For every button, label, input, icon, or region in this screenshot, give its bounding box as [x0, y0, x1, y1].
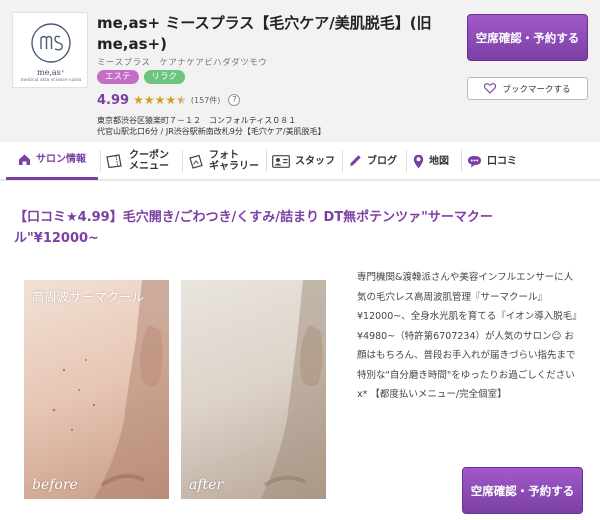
- reserve-button-top[interactable]: 空席確認・予約する: [467, 14, 588, 61]
- star-icon: ★: [154, 93, 166, 107]
- photo-caption: 高周波サーマクール: [32, 290, 145, 304]
- tab-blog[interactable]: ブログ: [348, 142, 408, 180]
- salon-access: 代官山駅北口6分 / JR渋谷駅新南改札9分【毛穴ケア/美肌脱毛】: [97, 127, 326, 136]
- logo-text: me,as⁺: [37, 68, 65, 77]
- star-icon: ★: [165, 93, 177, 107]
- heart-icon: [484, 83, 497, 94]
- tab-photo-gallery[interactable]: フォト ギャラリー: [188, 142, 270, 180]
- tab-coupon-menu[interactable]: クーポン メニュー: [106, 142, 188, 180]
- nav-divider: [461, 150, 462, 172]
- salon-title[interactable]: me,as+ ミースプラス【毛穴ケア/美肌脱毛】(旧me,as+): [97, 13, 442, 55]
- category-tags: エステ リラク: [97, 70, 186, 84]
- rating-stars: ★★★★★: [133, 92, 187, 108]
- salon-header: me,as⁺ medical skin science salon me,as+…: [0, 0, 600, 142]
- tab-label: フォト ギャラリー: [209, 150, 259, 172]
- photo-icon: [189, 154, 203, 169]
- help-icon[interactable]: ?: [228, 94, 241, 106]
- bookmark-button[interactable]: ブックマークする: [467, 77, 588, 100]
- nav-divider: [266, 150, 267, 172]
- house-icon: [19, 154, 30, 165]
- face-before-image: [52, 280, 169, 499]
- before-label: before: [32, 477, 78, 493]
- chat-icon: [468, 155, 481, 167]
- tab-label: サロン情報: [36, 154, 86, 165]
- reserve-button-bottom[interactable]: 空席確認・予約する: [462, 467, 583, 514]
- salon-kana: ミースプラス ケアナケアビハダダツモウ: [97, 58, 268, 68]
- logo-subtext: medical skin science salon: [20, 78, 82, 83]
- after-photo[interactable]: after: [181, 280, 326, 499]
- tab-label: ブログ: [367, 155, 397, 167]
- salon-logo[interactable]: me,as⁺ medical skin science salon: [12, 12, 88, 88]
- tab-label: クーポン メニュー: [129, 150, 169, 172]
- catch-headline: 【口コミ★4.99】毛穴開き/ごわつき/くすみ/詰まり DT無ポテンツァ"サーマ…: [14, 210, 493, 246]
- ticket-icon: [106, 154, 122, 168]
- tab-label: 地図: [429, 155, 449, 167]
- tab-staff[interactable]: スタッフ: [272, 142, 342, 180]
- salon-address: 東京都渋谷区猿楽町７－１２ コンフォルティス０８１: [97, 116, 297, 125]
- nav-divider: [406, 150, 407, 172]
- bookmark-label: ブックマークする: [502, 84, 571, 95]
- staff-icon: [272, 154, 290, 168]
- tab-reviews[interactable]: 口コミ: [467, 142, 527, 180]
- star-icon: ★: [143, 93, 155, 107]
- tab-label: スタッフ: [295, 155, 335, 167]
- tag-relax[interactable]: リラク: [143, 70, 186, 84]
- salon-nav: サロン情報 クーポン メニュー フォト ギャラリー スタッフ ブログ 地図 口コ…: [0, 142, 600, 181]
- star-icon: ★: [133, 93, 144, 107]
- map-pin-icon: [413, 154, 424, 168]
- tab-map[interactable]: 地図: [413, 142, 461, 180]
- pencil-icon: [350, 155, 361, 166]
- nav-divider: [100, 150, 101, 172]
- before-photo[interactable]: 高周波サーマクール before: [24, 280, 169, 499]
- face-after-image: [261, 280, 326, 499]
- tag-esthe[interactable]: エステ: [97, 70, 139, 84]
- tab-label: 口コミ: [487, 155, 517, 167]
- star-half-icon: ★: [176, 93, 187, 107]
- nav-divider: [342, 150, 343, 172]
- after-label: after: [189, 477, 224, 493]
- salon-description: 専門機関&渡韓派さんや美容インフルエンサーに人気の毛穴レス高周波肌管理『サーマク…: [357, 272, 582, 400]
- tab-salon-info[interactable]: サロン情報: [6, 142, 98, 180]
- rating-row: 4.99 ★★★★★ (157件) ?: [97, 92, 241, 108]
- nav-divider: [182, 150, 183, 172]
- review-count[interactable]: (157件): [191, 95, 221, 106]
- rating-score: 4.99: [97, 92, 130, 108]
